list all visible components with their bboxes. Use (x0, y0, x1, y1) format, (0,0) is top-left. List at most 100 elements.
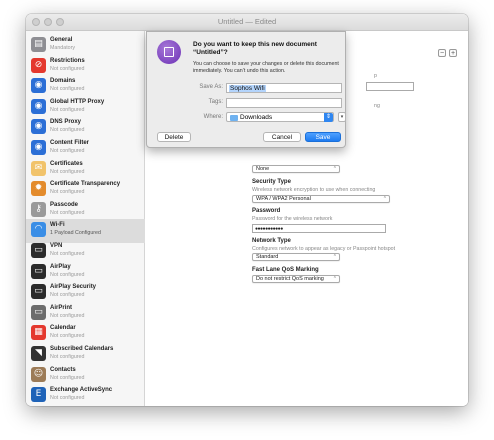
general-icon: ▤ (31, 37, 46, 52)
remove-payload-button[interactable]: − (438, 49, 446, 57)
sidebar-item-label: Calendar (50, 325, 76, 332)
contacts-icon: ☺ (31, 366, 46, 382)
sidebar-item-label: AirPrint (50, 304, 73, 311)
proxy-setup-popup[interactable]: None ⌃ (252, 165, 340, 173)
qos-popup[interactable]: Do not restrict QoS marking ⌃ (252, 275, 340, 283)
gear-icon: ✹ (31, 181, 46, 197)
sidebar-item-label: Wi-Fi (50, 222, 65, 229)
sidebar-item-label: Content Filter (50, 140, 89, 146)
exchange-icon: E (31, 387, 46, 403)
key-icon: ⚷ (31, 201, 46, 217)
sidebar-item-label: AirPlay (50, 263, 71, 270)
sidebar-item-label: Certificates (50, 160, 83, 167)
vpn-icon: ▭ (31, 243, 46, 258)
sidebar-item-label: General (50, 37, 73, 43)
window-title: Untitled — Edited (217, 17, 277, 26)
printer-icon: ▭ (31, 304, 46, 320)
tags-label: Tags: (208, 99, 223, 105)
chevron-updown-icon: ⌃ (332, 254, 337, 260)
save-button[interactable]: Save (305, 132, 341, 142)
chevron-updown-icon: ⌃ (382, 196, 387, 202)
sidebar-item-status: Not configured (50, 333, 85, 340)
sidebar-item-label: Domains (50, 78, 76, 85)
airplay-icon: ▭ (31, 284, 46, 300)
calendar-icon: ▦ (31, 325, 46, 341)
chevron-updown-icon: ⌃ (332, 276, 337, 282)
sidebar-item-status: Not configured (50, 86, 85, 93)
sheet-message: You can choose to save your changes or d… (193, 61, 339, 74)
hint-fragment: p (374, 73, 377, 79)
sidebar-item-label: Contacts (50, 366, 76, 373)
network-type-popup[interactable]: Standard ⌃ (252, 253, 340, 261)
sidebar-item-label: AirPlay Security (50, 284, 97, 291)
password-hint: Password for the wireless network (252, 216, 333, 222)
sidebar-item-label: Exchange ActiveSync (50, 387, 113, 394)
save-as-value: Sophos Wifi (229, 85, 266, 92)
globe-icon: ◉ (31, 98, 46, 114)
sidebar-item-status: Not configured (50, 271, 85, 278)
save-as-field[interactable]: Sophos Wifi (226, 83, 342, 93)
delete-button[interactable]: Delete (157, 132, 191, 142)
restrictions-icon: ⊘ (31, 57, 46, 73)
qos-label: Fast Lane QoS Marking (252, 267, 319, 273)
network-type-value: Standard (256, 254, 279, 260)
wifi-icon: ◠ (31, 222, 46, 238)
payload-sidebar: ▤ General Mandatory ⊘ Restrictions Not config… (26, 31, 145, 406)
sidebar-item-status: Not configured (50, 106, 85, 113)
sidebar-item-status: Not configured (50, 168, 85, 175)
sidebar-item-label: Global HTTP Proxy (50, 98, 105, 105)
sidebar-item-status: Not configured (50, 395, 85, 402)
hint-fragment: ng (374, 103, 380, 109)
sidebar-item-status: Not configured (50, 354, 85, 360)
sidebar-item-status: Not configured (50, 292, 85, 299)
sidebar-item-status: Mandatory (50, 45, 76, 51)
save-as-label: Save As: (199, 84, 223, 90)
tags-field[interactable] (226, 98, 342, 108)
chevron-updown-icon: ⇕ (324, 113, 333, 122)
qos-value: Do not restrict QoS marking (256, 276, 324, 282)
sidebar-item-label: VPN (50, 243, 63, 249)
expand-disclosure-button[interactable]: ▾ (338, 112, 346, 122)
sidebar-item-label: Passcode (50, 201, 79, 208)
sidebar-item-status: Not configured (50, 189, 85, 196)
globe-icon: ◉ (31, 140, 46, 155)
sidebar-item-label: Subscribed Calendars (50, 346, 114, 352)
security-type-hint: Wireless network encryption to use when … (252, 187, 376, 193)
where-value: Downloads (240, 114, 273, 121)
configurator-app-icon (157, 40, 181, 64)
password-label: Password (252, 208, 281, 214)
sidebar-item-status: Not configured (50, 148, 85, 154)
sidebar-item-label: Restrictions (50, 57, 85, 64)
sidebar-item-label: Certificate Transparency (50, 181, 121, 188)
network-type-hint: Configures network to appear as legacy o… (252, 246, 396, 252)
sidebar-item-status: 1 Payload Configured (50, 230, 101, 237)
add-payload-button[interactable]: + (449, 49, 457, 57)
security-type-popup[interactable]: WPA / WPA2 Personal ⌃ (252, 195, 390, 203)
rss-icon: ◥ (31, 346, 46, 361)
certificate-icon: ✉ (31, 160, 46, 176)
sidebar-item-status: Not configured (50, 127, 85, 134)
password-field[interactable]: ●●●●●●●●●●● (252, 224, 386, 233)
sidebar-item-status: Not configured (50, 209, 85, 216)
folder-icon (230, 115, 238, 121)
sidebar-item-status: Not configured (50, 312, 85, 319)
proxy-setup-value: None (256, 166, 270, 172)
cancel-button[interactable]: Cancel (263, 132, 301, 142)
chevron-updown-icon: ⌃ (332, 166, 337, 172)
title-bar: Untitled — Edited (26, 14, 468, 31)
security-type-label: Security Type (252, 179, 291, 185)
where-popup[interactable]: Downloads ⇕ (226, 112, 334, 122)
airplay-icon: ▭ (31, 263, 46, 279)
sheet-title: Do you want to keep this new document “U… (193, 41, 317, 56)
sidebar-item-status: Not configured (50, 374, 85, 381)
sidebar-item-status: Not configured (50, 65, 85, 72)
obscured-field[interactable] (366, 82, 414, 91)
where-label: Where: (203, 114, 223, 120)
globe-icon: ◉ (31, 119, 46, 135)
sidebar-item-label: DNS Proxy (50, 119, 82, 126)
sidebar-item[interactable]: E Exchange ActiveSync Not configured (26, 384, 145, 406)
security-type-value: WPA / WPA2 Personal (256, 196, 311, 202)
globe-icon: ◉ (31, 78, 46, 94)
save-document-sheet: Do you want to keep this new document “U… (146, 31, 346, 148)
network-type-label: Network Type (252, 238, 291, 244)
